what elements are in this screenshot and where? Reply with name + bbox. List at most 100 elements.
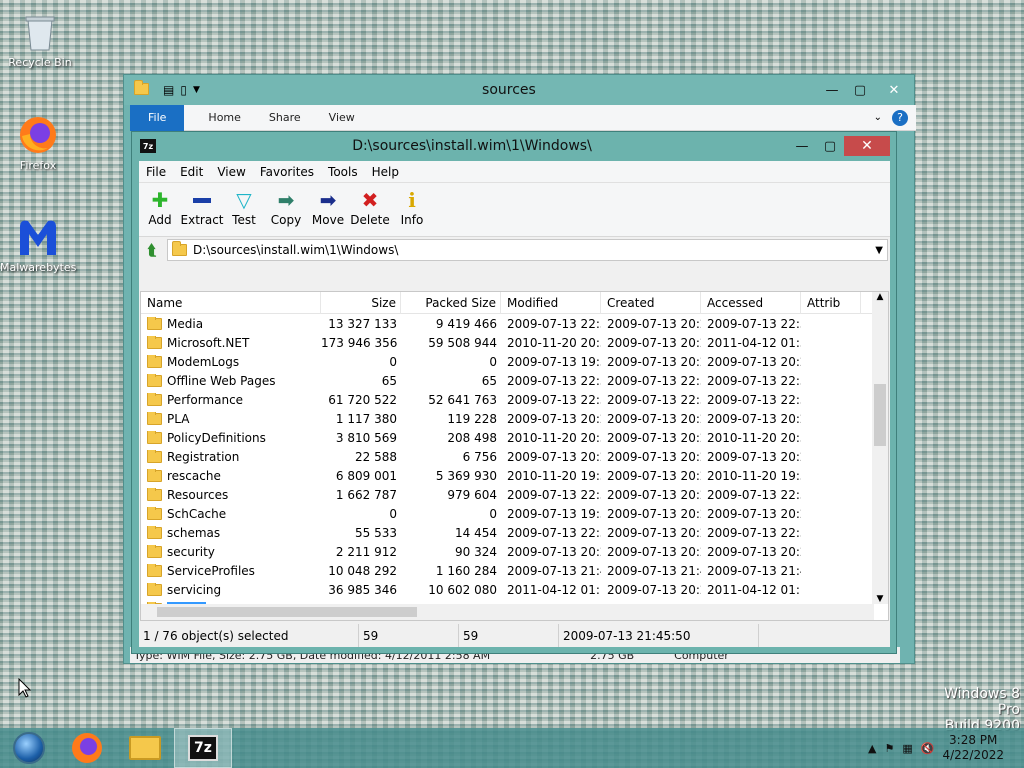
column-attrib[interactable]: Attrib — [801, 292, 861, 314]
cell-modified: 2010-11-20 20:52 — [507, 335, 601, 350]
column-created[interactable]: Created — [601, 292, 701, 314]
desktop-icon-firefox[interactable]: Firefox — [0, 113, 76, 172]
table-row[interactable]: Media 13 327 133 9 419 466 2009-07-13 22:32… — [141, 314, 888, 333]
close-button[interactable]: ✕ — [844, 136, 890, 156]
add-button[interactable]: ✚ Add — [139, 187, 181, 227]
close-button[interactable]: ✕ — [874, 79, 914, 101]
file-list[interactable]: Name Size Packed Size Modified Created A… — [140, 291, 889, 621]
cell-created: 2009-07-13 20:20 — [607, 354, 701, 369]
minimize-button[interactable]: — — [788, 135, 816, 157]
clock[interactable]: 3:28 PM 4/22/2022 — [942, 733, 1004, 763]
seven-zip-status-bar: 1 / 76 object(s) selected 59 59 2009-07-… — [139, 624, 890, 647]
menu-help[interactable]: Help — [365, 165, 406, 179]
quick-access-dropdown-icon[interactable]: ▼ — [193, 85, 200, 95]
menu-view[interactable]: View — [210, 165, 252, 179]
volume-muted-icon[interactable]: 🔇 — [921, 742, 935, 755]
tab-view[interactable]: View — [315, 105, 369, 131]
column-accessed[interactable]: Accessed — [701, 292, 801, 314]
table-row[interactable]: ServiceProfiles 10 048 292 1 160 284 2009-0… — [141, 561, 888, 580]
chevron-down-icon[interactable]: ▼ — [875, 245, 883, 256]
cell-name: rescache — [141, 468, 321, 483]
column-size[interactable]: Size — [321, 292, 401, 314]
table-row[interactable]: security 2 211 912 90 324 2009-07-13 20:20 2… — [141, 542, 888, 561]
table-row[interactable]: PolicyDefinitions 3 810 569 208 498 2010-11… — [141, 428, 888, 447]
cell-packed-size: 52 641 763 — [428, 392, 497, 407]
menu-favorites[interactable]: Favorites — [253, 165, 321, 179]
seven-zip-window[interactable]: 7z D:\sources\install.wim\1\Windows\ — ▢… — [131, 131, 897, 654]
scroll-up-icon[interactable]: ▲ — [872, 292, 888, 302]
action-center-flag-icon[interactable]: ⚑ — [884, 742, 894, 755]
horizontal-scroll-thumb[interactable] — [157, 607, 417, 617]
recycle-bin-icon — [18, 10, 62, 54]
start-button[interactable] — [0, 728, 58, 768]
extract-button[interactable]: Extract — [181, 187, 224, 227]
scroll-thumb[interactable] — [874, 384, 886, 446]
address-input[interactable]: D:\sources\install.wim\1\Windows\ ▼ — [167, 239, 888, 261]
table-row[interactable]: Offline Web Pages 65 65 2009-07-13 22:32 200… — [141, 371, 888, 390]
maximize-button[interactable]: ▢ — [816, 135, 844, 157]
ribbon-expand-icon[interactable]: ⌄ — [874, 112, 882, 123]
cell-modified: 2009-07-13 19:35 — [507, 506, 601, 521]
up-folder-button[interactable]: ⮬ — [141, 240, 163, 260]
copy-button[interactable]: ➡ Copy — [265, 187, 307, 227]
minimize-button[interactable]: — — [818, 79, 846, 101]
cell-name: Registration — [141, 449, 321, 464]
cell-size: 6 809 001 — [335, 468, 397, 483]
taskbar-seven-zip[interactable]: 7z — [174, 728, 232, 768]
table-row[interactable]: servicing 36 985 346 10 602 080 2011-04-12 … — [141, 580, 888, 599]
move-label: Move — [311, 213, 345, 227]
add-icon: ✚ — [151, 188, 169, 212]
start-orb-icon — [13, 732, 45, 764]
vertical-scrollbar[interactable]: ▲ ▼ — [872, 292, 888, 604]
table-row[interactable]: rescache 6 809 001 5 369 930 2010-11-20 19:… — [141, 466, 888, 485]
show-hidden-icons-icon[interactable]: ▲ — [868, 742, 876, 755]
desktop-icon-recycle-bin[interactable]: Recycle Bin — [2, 10, 78, 69]
table-row[interactable]: Registration 22 588 6 756 2009-07-13 20:20 2… — [141, 447, 888, 466]
table-row[interactable]: ModemLogs 0 0 2009-07-13 19:34 2009-07-13 20… — [141, 352, 888, 371]
column-packed-size[interactable]: Packed Size — [401, 292, 501, 314]
quick-access-properties-icon[interactable]: ▤ — [163, 83, 174, 97]
menu-edit[interactable]: Edit — [173, 165, 210, 179]
test-button[interactable]: ▽ Test — [223, 187, 265, 227]
menu-tools[interactable]: Tools — [321, 165, 365, 179]
move-button[interactable]: ➡ Move — [307, 187, 349, 227]
table-row[interactable]: Resources 1 662 787 979 604 2009-07-13 22:3… — [141, 485, 888, 504]
row-name-label: PLA — [167, 411, 190, 426]
explorer-titlebar[interactable]: ▤ ▯ ▼ sources — ▢ ✕ — [124, 75, 914, 105]
desktop-icon-malwarebytes[interactable]: Malwarebytes — [0, 215, 76, 274]
tab-file[interactable]: File — [130, 104, 185, 131]
file-list-header: Name Size Packed Size Modified Created A… — [141, 292, 888, 314]
taskbar-file-explorer[interactable] — [116, 728, 174, 768]
delete-button[interactable]: ✖ Delete — [349, 187, 391, 227]
taskbar-firefox[interactable] — [58, 728, 116, 768]
folder-icon — [147, 354, 162, 368]
table-row[interactable]: Performance 61 720 522 52 641 763 2009-07-1… — [141, 390, 888, 409]
column-modified[interactable]: Modified — [501, 292, 601, 314]
cell-accessed: 2009-07-13 22:32 — [707, 373, 801, 388]
cell-size: 65 — [381, 373, 397, 388]
table-row[interactable]: Microsoft.NET 173 946 356 59 508 944 2010-1… — [141, 333, 888, 352]
tab-share[interactable]: Share — [255, 105, 315, 131]
menu-file[interactable]: File — [139, 165, 173, 179]
seven-zip-titlebar[interactable]: 7z D:\sources\install.wim\1\Windows\ — ▢… — [132, 132, 896, 160]
test-label: Test — [232, 213, 256, 227]
cell-created: 2009-07-13 20:20 — [607, 449, 701, 464]
column-name[interactable]: Name — [141, 292, 321, 314]
table-row[interactable]: PLA 1 117 380 119 228 2009-07-13 20:20 2009-… — [141, 409, 888, 428]
delete-icon: ✖ — [361, 188, 379, 212]
windows-watermark: Windows 8 Pro Build 9200 — [920, 686, 1020, 734]
tab-home[interactable]: Home — [194, 105, 254, 131]
maximize-button[interactable]: ▢ — [846, 79, 874, 101]
row-name-label: Registration — [167, 449, 240, 464]
cell-size: 61 720 522 — [328, 392, 397, 407]
horizontal-scrollbar[interactable] — [141, 604, 874, 620]
info-button[interactable]: i Info — [391, 187, 433, 227]
help-icon[interactable]: ? — [892, 109, 908, 126]
toolbar: ✚ Add Extract ▽ Test ➡ Copy ➡ Move ✖ Del… — [139, 183, 890, 237]
table-row[interactable]: schemas 55 533 14 454 2009-07-13 22:32 2009-… — [141, 523, 888, 542]
network-icon[interactable]: ▦ — [902, 742, 912, 755]
quick-access-new-folder-icon[interactable]: ▯ — [180, 83, 187, 97]
scroll-down-icon[interactable]: ▼ — [872, 594, 888, 604]
table-row[interactable]: SchCache 0 0 2009-07-13 19:35 2009-07-13 20:… — [141, 504, 888, 523]
cell-size: 3 810 569 — [335, 430, 397, 445]
